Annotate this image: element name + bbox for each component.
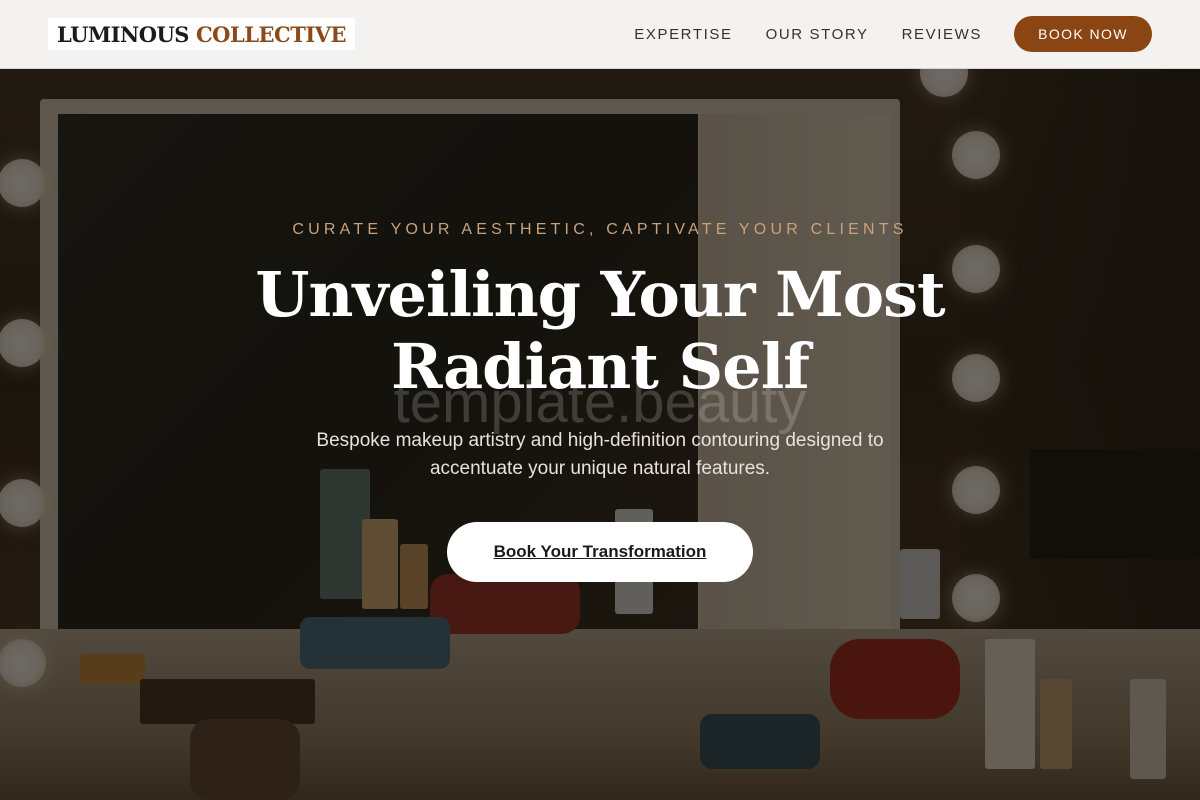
brand-logo[interactable]: LUMINOUS COLLECTIVE — [48, 18, 355, 50]
hero-eyebrow: CURATE YOUR AESTHETIC, CAPTIVATE YOUR CL… — [292, 221, 908, 238]
headline-line1: Unveiling Your Most — [255, 258, 945, 331]
nav-link-expertise[interactable]: EXPERTISE — [634, 26, 732, 43]
main-nav: EXPERTISE OUR STORY REVIEWS BOOK NOW — [601, 16, 1152, 52]
brand-name-part2: COLLECTIVE — [195, 21, 347, 47]
site-header: LUMINOUS COLLECTIVE EXPERTISE OUR STORY … — [0, 0, 1200, 69]
watermark: template.beauty — [393, 370, 807, 435]
hero-section: CURATE YOUR AESTHETIC, CAPTIVATE YOUR CL… — [0, 69, 1200, 800]
nav-link-reviews[interactable]: REVIEWS — [902, 26, 982, 43]
hero-content: CURATE YOUR AESTHETIC, CAPTIVATE YOUR CL… — [0, 69, 1200, 800]
book-now-button[interactable]: BOOK NOW — [1014, 16, 1152, 52]
brand-name-part1: LUMINOUS — [57, 21, 189, 47]
hero-subtext: Bespoke makeup artistry and high-definit… — [316, 430, 884, 479]
nav-link-our-story[interactable]: OUR STORY — [766, 26, 869, 43]
book-transformation-button[interactable]: Book Your Transformation — [447, 522, 753, 582]
